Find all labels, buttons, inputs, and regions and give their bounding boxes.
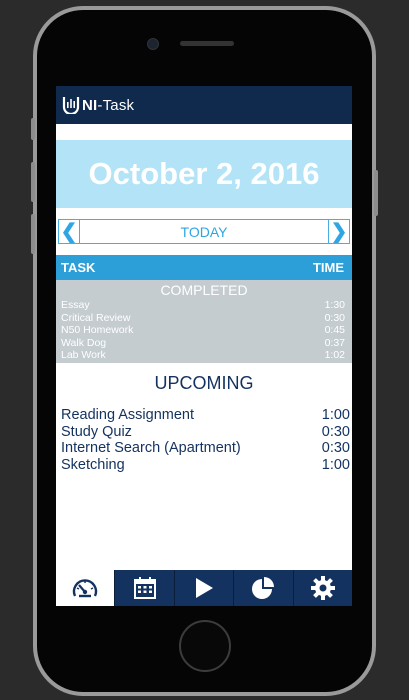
- task-column-header: TASK: [61, 260, 96, 275]
- completed-task-row[interactable]: Walk Dog 0:37: [56, 337, 352, 350]
- task-name: Study Quiz: [61, 423, 132, 440]
- completed-task-row[interactable]: Essay 1:30: [56, 299, 352, 312]
- mute-switch: [31, 118, 35, 140]
- completed-title: COMPLETED: [160, 282, 248, 298]
- gear-icon: [310, 576, 335, 600]
- task-name: Walk Dog: [61, 336, 107, 349]
- date-navigation: ❮ TODAY ❯: [58, 219, 350, 244]
- task-time: 0:30: [324, 311, 345, 324]
- current-date: October 2, 2016: [88, 156, 320, 191]
- task-name: Critical Review: [61, 311, 131, 324]
- task-name: Reading Assignment: [61, 407, 194, 423]
- task-time: 0:45: [324, 324, 345, 337]
- task-name: N50 Homework: [61, 324, 134, 337]
- earpiece-speaker: [180, 41, 234, 46]
- app-header: NI-Task: [56, 86, 352, 124]
- app-name-bold: NI: [82, 96, 98, 114]
- completed-section: COMPLETED Essay 1:30 Critical Review 0:3…: [56, 280, 352, 363]
- task-time: 1:02: [324, 349, 345, 362]
- upcoming-title: UPCOMING: [154, 373, 254, 393]
- volume-up-button: [31, 162, 35, 202]
- calendar-icon: [133, 577, 156, 599]
- previous-day-button[interactable]: ❮: [58, 219, 80, 244]
- time-column-header: TIME: [312, 260, 344, 275]
- task-table-header: TASK TIME: [56, 255, 352, 280]
- task-name: Sketching: [61, 456, 125, 473]
- tab-settings[interactable]: [292, 570, 352, 606]
- upcoming-task-row[interactable]: Study Quiz 0:30: [61, 424, 350, 441]
- tab-calendar[interactable]: [114, 570, 173, 606]
- today-button[interactable]: TODAY: [80, 219, 328, 244]
- power-button: [374, 170, 378, 216]
- volume-down-button: [31, 214, 35, 254]
- app-name-suffix: -Task: [97, 96, 135, 114]
- upcoming-task-row[interactable]: Reading Assignment 1:00: [61, 407, 350, 424]
- upcoming-task-row[interactable]: Internet Search (Apartment) 0:30: [61, 440, 350, 457]
- task-time: 0:30: [321, 440, 350, 456]
- play-icon: [196, 578, 214, 598]
- app-screen: NI-Task October 2, 2016 ❮ TODAY ❯ TASK T…: [56, 86, 352, 606]
- speedometer-icon: [73, 579, 98, 598]
- tab-play[interactable]: [173, 570, 233, 606]
- next-day-button[interactable]: ❯: [328, 219, 350, 244]
- front-camera: [147, 38, 159, 50]
- upcoming-task-row[interactable]: Sketching 1:00: [61, 457, 350, 474]
- task-time: 0:37: [324, 336, 345, 349]
- task-time: 1:30: [324, 299, 345, 311]
- completed-task-row[interactable]: Critical Review 0:30: [56, 312, 352, 325]
- completed-task-row[interactable]: N50 Homework 0:45: [56, 324, 352, 337]
- home-button[interactable]: [179, 620, 231, 672]
- date-banner: October 2, 2016: [56, 140, 352, 208]
- bottom-tab-bar: [56, 570, 352, 606]
- tab-statistics[interactable]: [233, 570, 292, 606]
- app-logo-text: NI-Task: [82, 97, 134, 114]
- task-time: 1:00: [321, 456, 350, 473]
- tab-dashboard[interactable]: [56, 570, 115, 606]
- completed-task-row[interactable]: Lab Work 1:02: [56, 349, 352, 362]
- task-time: 1:00: [321, 407, 350, 423]
- task-time: 0:30: [321, 423, 350, 440]
- u-bar-chart-icon: [62, 97, 80, 114]
- upcoming-list: Reading Assignment 1:00 Study Quiz 0:30 …: [61, 407, 350, 473]
- task-name: Internet Search (Apartment): [61, 440, 241, 456]
- task-name: Lab Work: [61, 349, 106, 362]
- task-name: Essay: [61, 299, 90, 311]
- pie-chart-icon: [252, 577, 275, 599]
